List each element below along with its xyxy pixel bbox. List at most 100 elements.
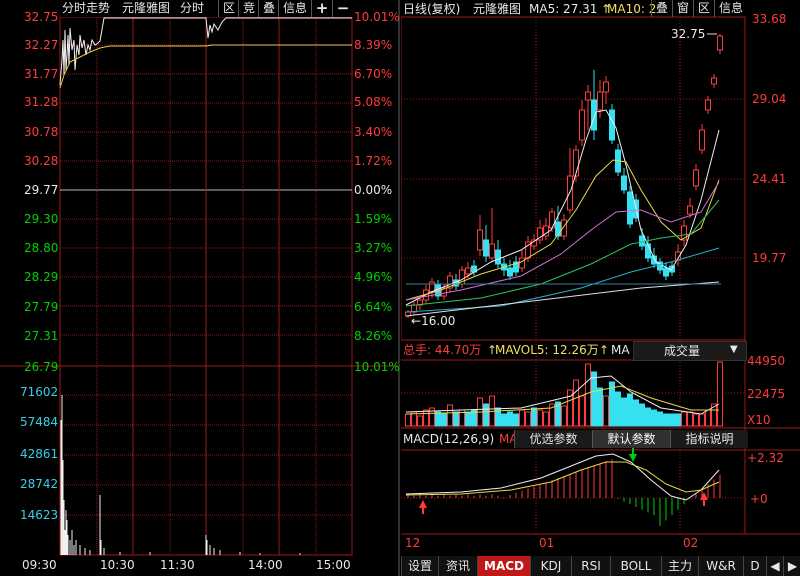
volume-bar <box>699 413 705 427</box>
time-label: 09:30 <box>22 558 57 572</box>
buy-signal-arrow-icon <box>419 500 427 514</box>
indicator-dropdown[interactable]: 成交量 ▼ <box>633 341 747 361</box>
volume-bar <box>645 407 651 427</box>
price-label: 27.79 <box>24 300 59 314</box>
tab-scroll-left[interactable]: ◀ <box>766 556 783 576</box>
daily-overlay-button[interactable]: 叠 <box>651 0 672 17</box>
volume-bar <box>525 411 531 427</box>
price-label: 32.75 <box>24 10 59 24</box>
percent-label: 5.08% <box>354 95 393 109</box>
tab-minute[interactable]: 分时 <box>180 1 204 15</box>
tab-macd[interactable]: MACD <box>477 556 530 576</box>
price-axis-2: 29.04 <box>752 92 787 106</box>
tab-settings[interactable]: 设置 <box>401 556 438 576</box>
candle-down <box>483 239 489 257</box>
candle-up <box>465 267 471 275</box>
indicator-dropdown-label: 成交量 <box>664 344 701 358</box>
plus-icon[interactable]: + <box>311 0 332 17</box>
time-label: 15:00 <box>316 558 351 572</box>
volume-bar <box>561 405 567 427</box>
candle-up <box>519 257 525 269</box>
mavol5-readout: MAVOL5: 12.26万 <box>495 343 599 357</box>
volume-bar <box>417 415 423 427</box>
tab-intraday[interactable]: 分时走势 <box>62 1 110 15</box>
daily-region-button[interactable]: 区 <box>693 0 714 17</box>
tab-rsi[interactable]: RSI <box>571 556 610 576</box>
tab-auction[interactable]: 竞 <box>238 0 259 17</box>
tab-scroll-right[interactable]: ▶ <box>783 556 800 576</box>
percent-label: 4.96% <box>354 270 393 284</box>
percent-label: 3.40% <box>354 125 393 139</box>
candle-up <box>489 243 495 259</box>
percent-label: 8.26% <box>354 329 393 343</box>
volume-bar <box>543 411 549 427</box>
volume-label: 42861 <box>20 447 59 461</box>
percent-label: 6.70% <box>354 67 393 81</box>
volume-axis-mid: 22475 <box>747 387 786 401</box>
candle-up <box>705 99 711 111</box>
tab-stock-name[interactable]: 元隆雅图 <box>122 1 170 15</box>
preferred-params-button[interactable]: 优选参数 <box>514 430 592 448</box>
volume-bar <box>483 403 489 427</box>
price-label: 29.77 <box>24 183 59 197</box>
candle-up <box>693 169 699 187</box>
tab-kdj[interactable]: KDJ <box>530 556 571 576</box>
date-label-jan: 01 <box>539 536 555 550</box>
volume-bar <box>675 413 681 427</box>
candle-up <box>711 77 717 85</box>
volume-bar <box>435 411 441 427</box>
candle-up <box>717 35 723 51</box>
tab-news[interactable]: 资讯 <box>438 556 477 576</box>
tab-info[interactable]: 信息 <box>278 0 311 17</box>
macd-dea-line <box>405 461 720 496</box>
candle-down <box>621 175 627 191</box>
volume-bar <box>681 411 687 427</box>
candle-up <box>687 205 693 215</box>
percent-label: 8.39% <box>354 38 393 52</box>
tab-main-force[interactable]: 主力 <box>661 556 698 576</box>
candle-up <box>597 91 603 111</box>
tab-region[interactable]: 区 <box>218 0 239 17</box>
candle-down <box>609 109 615 141</box>
macd-axis-zero: +0 <box>750 492 768 506</box>
candle-up <box>699 129 705 151</box>
daily-period-label: 日线(复权) <box>403 2 461 16</box>
price-label: 28.80 <box>24 241 59 255</box>
volume-ma-truncated: MA <box>611 343 630 357</box>
indicator-help-button[interactable]: 指标说明 <box>670 430 748 448</box>
volume-bar <box>705 409 711 427</box>
candle-down <box>495 249 501 265</box>
volume-bar <box>441 413 447 427</box>
daily-kline-chart <box>401 16 800 535</box>
volume-bar <box>507 411 513 427</box>
candle-up <box>579 109 585 141</box>
price-label: 31.28 <box>24 95 59 109</box>
daily-stock-name: 元隆雅图 <box>473 2 522 16</box>
candle-up <box>477 229 483 251</box>
price-label: 29.30 <box>24 212 59 226</box>
volume-label: 57484 <box>20 415 59 429</box>
daily-info-button[interactable]: 信息 <box>714 0 747 17</box>
minus-icon[interactable]: − <box>332 0 353 17</box>
tab-boll[interactable]: BOLL <box>610 556 661 576</box>
tab-d[interactable]: D <box>743 556 766 576</box>
candle-down <box>663 267 669 277</box>
volume-bar <box>531 407 537 427</box>
candle-down <box>627 191 633 225</box>
candle-down <box>507 267 513 277</box>
low-price-annotation: ←16.00 <box>411 314 456 328</box>
daily-window-button[interactable]: 窗 <box>672 0 693 17</box>
ma10-readout: MA10: 2 <box>607 2 657 16</box>
volume-bar <box>639 403 645 427</box>
volume-bar <box>585 363 591 427</box>
volume-bar <box>633 399 639 427</box>
intraday-grid <box>0 0 400 576</box>
tab-overlay[interactable]: 叠 <box>258 0 279 17</box>
time-label: 11:30 <box>160 558 195 572</box>
volume-bar <box>627 393 633 427</box>
price-label: 30.28 <box>24 154 59 168</box>
high-price-annotation: 32.75 <box>671 27 706 41</box>
default-params-button[interactable]: 默认参数 <box>592 430 670 448</box>
volume-bar <box>447 404 453 427</box>
tab-wr[interactable]: W&R <box>698 556 743 576</box>
